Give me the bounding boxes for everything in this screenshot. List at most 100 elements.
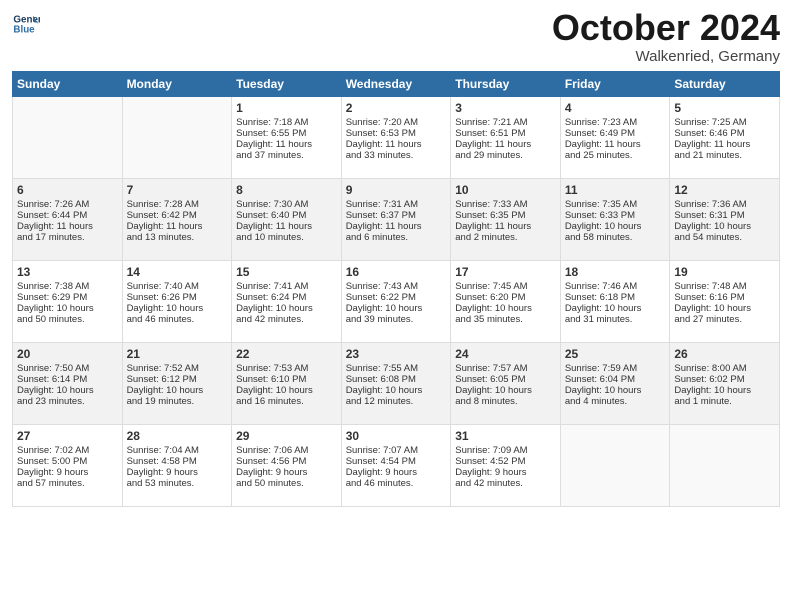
- logo-icon: General Blue: [12, 10, 40, 38]
- cell-text: and 50 minutes.: [17, 314, 118, 325]
- cell-text: Sunrise: 7:33 AM: [455, 199, 556, 210]
- cell-text: Sunset: 4:58 PM: [127, 456, 228, 467]
- calendar-cell: 14Sunrise: 7:40 AMSunset: 6:26 PMDayligh…: [122, 261, 232, 343]
- calendar-cell: 6Sunrise: 7:26 AMSunset: 6:44 PMDaylight…: [13, 179, 123, 261]
- day-number: 3: [455, 101, 556, 115]
- calendar-cell: 15 Sunrise: 7:41 AMSunset: 6:24 PMDayligh…: [232, 261, 342, 343]
- cell-text: Sunset: 6:31 PM: [674, 210, 775, 221]
- cell-text: Daylight: 10 hours: [565, 385, 666, 396]
- weekday-header-wednesday: Wednesday: [341, 72, 451, 97]
- calendar-cell: 9Sunrise: 7:31 AMSunset: 6:37 PMDaylight…: [341, 179, 451, 261]
- cell-text: Sunset: 6:05 PM: [455, 374, 556, 385]
- calendar-cell: [13, 97, 123, 179]
- main-container: General Blue October 2024 Walkenried, Ge…: [0, 0, 792, 515]
- cell-text: Daylight: 10 hours: [674, 221, 775, 232]
- cell-text: Sunset: 6:18 PM: [565, 292, 666, 303]
- day-number: 24: [455, 347, 556, 361]
- cell-text: Sunrise: 7:45 AM: [455, 281, 556, 292]
- cell-text: and 58 minutes.: [565, 232, 666, 243]
- calendar-week-row: 6Sunrise: 7:26 AMSunset: 6:44 PMDaylight…: [13, 179, 780, 261]
- day-number: 4: [565, 101, 666, 115]
- cell-text: Daylight: 9 hours: [455, 467, 556, 478]
- cell-text: Sunrise: 7:35 AM: [565, 199, 666, 210]
- cell-text: Sunrise: 7:41 AM: [236, 281, 337, 292]
- cell-text: Sunrise: 7:26 AM: [17, 199, 118, 210]
- cell-text: and 6 minutes.: [346, 232, 447, 243]
- weekday-header-sunday: Sunday: [13, 72, 123, 97]
- cell-text: Daylight: 10 hours: [236, 385, 337, 396]
- cell-text: Sunrise: 7:38 AM: [17, 281, 118, 292]
- cell-text: Daylight: 11 hours: [565, 139, 666, 150]
- weekday-header-thursday: Thursday: [451, 72, 561, 97]
- cell-text: Sunset: 6:29 PM: [17, 292, 118, 303]
- cell-text: Sunset: 6:40 PM: [236, 210, 337, 221]
- cell-text: Sunrise: 7:31 AM: [346, 199, 447, 210]
- calendar-week-row: 20Sunrise: 7:50 AMSunset: 6:14 PMDayligh…: [13, 343, 780, 425]
- cell-text: Sunrise: 7:02 AM: [17, 445, 118, 456]
- day-number: 20: [17, 347, 118, 361]
- calendar-cell: [560, 425, 670, 507]
- cell-text: and 2 minutes.: [455, 232, 556, 243]
- day-number: 7: [127, 183, 228, 197]
- cell-text: and 13 minutes.: [127, 232, 228, 243]
- day-number: 27: [17, 429, 118, 443]
- weekday-header-friday: Friday: [560, 72, 670, 97]
- day-number: 30: [346, 429, 447, 443]
- calendar-cell: 20Sunrise: 7:50 AMSunset: 6:14 PMDayligh…: [13, 343, 123, 425]
- day-number: 31: [455, 429, 556, 443]
- cell-text: and 27 minutes.: [674, 314, 775, 325]
- cell-text: Sunrise: 7:25 AM: [674, 117, 775, 128]
- day-number: 17: [455, 265, 556, 279]
- cell-text: Daylight: 10 hours: [674, 385, 775, 396]
- cell-text: Daylight: 10 hours: [17, 303, 118, 314]
- cell-text: Sunset: 6:04 PM: [565, 374, 666, 385]
- cell-text: Sunset: 6:16 PM: [674, 292, 775, 303]
- cell-text: Sunset: 6:10 PM: [236, 374, 337, 385]
- cell-text: and 46 minutes.: [127, 314, 228, 325]
- cell-text: Sunrise: 7:23 AM: [565, 117, 666, 128]
- calendar-cell: 17Sunrise: 7:45 AMSunset: 6:20 PMDayligh…: [451, 261, 561, 343]
- calendar-cell: 26Sunrise: 8:00 AMSunset: 6:02 PMDayligh…: [670, 343, 780, 425]
- cell-text: Daylight: 10 hours: [127, 385, 228, 396]
- cell-text: Daylight: 11 hours: [455, 221, 556, 232]
- day-number: 23: [346, 347, 447, 361]
- cell-text: Daylight: 11 hours: [127, 221, 228, 232]
- cell-text: Sunrise: 7:28 AM: [127, 199, 228, 210]
- cell-text: and 42 minutes.: [455, 478, 556, 489]
- cell-text: Sunset: 6:35 PM: [455, 210, 556, 221]
- month-title: October 2024: [552, 10, 780, 46]
- day-number: 26: [674, 347, 775, 361]
- cell-text: and 21 minutes.: [674, 150, 775, 161]
- cell-text: and 4 minutes.: [565, 396, 666, 407]
- cell-text: and 25 minutes.: [565, 150, 666, 161]
- cell-text: Sunrise: 7:18 AM: [236, 117, 337, 128]
- cell-text: and 33 minutes.: [346, 150, 447, 161]
- calendar-cell: 29Sunrise: 7:06 AMSunset: 4:56 PMDayligh…: [232, 425, 342, 507]
- cell-text: Daylight: 11 hours: [346, 139, 447, 150]
- cell-text: Sunset: 6:24 PM: [236, 292, 337, 303]
- day-number: 15: [236, 265, 337, 279]
- calendar-cell: 22Sunrise: 7:53 AMSunset: 6:10 PMDayligh…: [232, 343, 342, 425]
- cell-text: Sunrise: 7:43 AM: [346, 281, 447, 292]
- cell-text: Sunrise: 7:57 AM: [455, 363, 556, 374]
- cell-text: Sunrise: 7:55 AM: [346, 363, 447, 374]
- cell-text: Sunset: 4:56 PM: [236, 456, 337, 467]
- cell-text: and 37 minutes.: [236, 150, 337, 161]
- location-subtitle: Walkenried, Germany: [552, 48, 780, 65]
- cell-text: and 42 minutes.: [236, 314, 337, 325]
- day-number: 21: [127, 347, 228, 361]
- cell-text: Sunrise: 7:59 AM: [565, 363, 666, 374]
- weekday-header-row: SundayMondayTuesdayWednesdayThursdayFrid…: [13, 72, 780, 97]
- cell-text: Daylight: 10 hours: [236, 303, 337, 314]
- cell-text: Sunset: 6:20 PM: [455, 292, 556, 303]
- cell-text: Sunrise: 7:20 AM: [346, 117, 447, 128]
- cell-text: Sunset: 6:33 PM: [565, 210, 666, 221]
- cell-text: and 54 minutes.: [674, 232, 775, 243]
- cell-text: Sunrise: 7:48 AM: [674, 281, 775, 292]
- cell-text: Daylight: 11 hours: [236, 139, 337, 150]
- calendar-cell: 24Sunrise: 7:57 AMSunset: 6:05 PMDayligh…: [451, 343, 561, 425]
- calendar-cell: 13Sunrise: 7:38 AMSunset: 6:29 PMDayligh…: [13, 261, 123, 343]
- logo: General Blue: [12, 10, 40, 38]
- cell-text: Sunset: 6:53 PM: [346, 128, 447, 139]
- weekday-header-monday: Monday: [122, 72, 232, 97]
